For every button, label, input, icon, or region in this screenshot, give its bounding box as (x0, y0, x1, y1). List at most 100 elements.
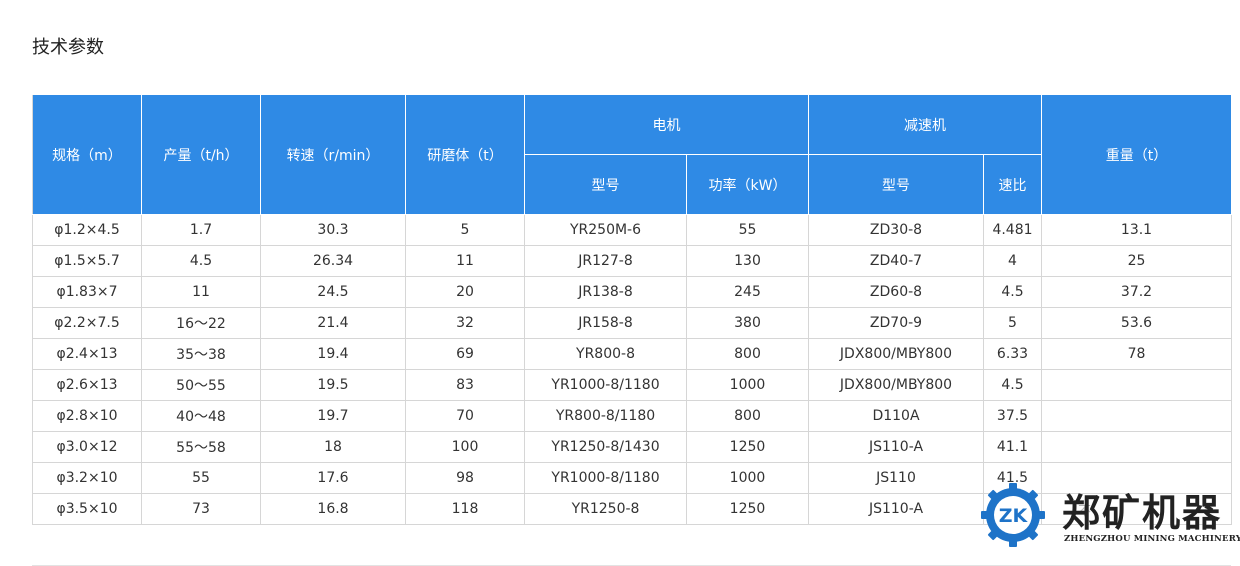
cell-spec: φ3.0×12 (32, 431, 142, 463)
cell-ratio: 5 (983, 307, 1042, 339)
cell-weight: 13.1 (1041, 214, 1232, 246)
logo-letters: ZK (999, 505, 1029, 527)
cell-media: 70 (405, 400, 525, 432)
header-motor-power: 功率（kW） (686, 154, 809, 215)
cell-motor-model: YR800-8 (524, 338, 687, 370)
cell-weight (1041, 400, 1232, 432)
cell-reducer-model: JS110-A (808, 493, 984, 525)
cell-ratio: 4.5 (983, 276, 1042, 308)
header-reducer: 减速机 (808, 94, 1042, 155)
cell-motor-model: JR127-8 (524, 245, 687, 277)
header-weight: 重量（t） (1041, 94, 1232, 215)
cell-weight (1041, 431, 1232, 463)
cell-motor-power: 130 (686, 245, 809, 277)
cell-spec: φ2.4×13 (32, 338, 142, 370)
cell-motor-power: 1000 (686, 369, 809, 401)
header-motor-model: 型号 (524, 154, 687, 215)
cell-weight: 25 (1041, 245, 1232, 277)
cell-output: 16～22 (141, 307, 261, 339)
cell-media: 118 (405, 493, 525, 525)
technical-parameters-table: 规格（m） 产量（t/h） 转速（r/min） 研磨体（t） 电机 减速机 重量… (32, 94, 1232, 525)
cell-spec: φ1.5×5.7 (32, 245, 142, 277)
cell-reducer-model: JDX800/MBY800 (808, 369, 984, 401)
cell-reducer-model: JS110-A (808, 431, 984, 463)
cell-motor-model: YR800-8/1180 (524, 400, 687, 432)
cell-ratio: 4.5 (983, 369, 1042, 401)
table-row: φ1.2×4.5 1.7 30.3 5 YR250M-6 55 ZD30-8 4… (32, 214, 1232, 246)
cell-motor-power: 55 (686, 214, 809, 246)
cell-motor-model: YR250M-6 (524, 214, 687, 246)
cell-media: 20 (405, 276, 525, 308)
cell-motor-model: YR1250-8 (524, 493, 687, 525)
cell-reducer-model: ZD40-7 (808, 245, 984, 277)
cell-spec: φ2.6×13 (32, 369, 142, 401)
cell-motor-power: 1000 (686, 462, 809, 494)
cell-spec: φ2.2×7.5 (32, 307, 142, 339)
cell-spec: φ3.2×10 (32, 462, 142, 494)
cell-motor-model: JR138-8 (524, 276, 687, 308)
company-name-en: ZHENGZHOU MINING MACHINERY (1064, 534, 1240, 544)
cell-reducer-model: ZD30-8 (808, 214, 984, 246)
table-row: φ2.6×13 50～55 19.5 83 YR1000-8/1180 1000… (32, 369, 1232, 401)
cell-speed: 19.4 (260, 338, 406, 370)
cell-reducer-model: JDX800/MBY800 (808, 338, 984, 370)
cell-speed: 21.4 (260, 307, 406, 339)
cell-media: 69 (405, 338, 525, 370)
cell-weight: 37.2 (1041, 276, 1232, 308)
cell-ratio: 37.5 (983, 400, 1042, 432)
cell-ratio: 6.33 (983, 338, 1042, 370)
table-row: φ3.0×12 55～58 18 100 YR1250-8/1430 1250 … (32, 431, 1232, 463)
cell-output: 35～38 (141, 338, 261, 370)
table-row: φ2.8×10 40～48 19.7 70 YR800-8/1180 800 D… (32, 400, 1232, 432)
section-title: 技术参数 (32, 37, 104, 58)
table-row: φ2.4×13 35～38 19.4 69 YR800-8 800 JDX800… (32, 338, 1232, 370)
cell-motor-power: 380 (686, 307, 809, 339)
cell-media: 100 (405, 431, 525, 463)
cell-motor-model: JR158-8 (524, 307, 687, 339)
cell-output: 50～55 (141, 369, 261, 401)
cell-media: 5 (405, 214, 525, 246)
header-spec: 规格（m） (32, 94, 142, 215)
cell-spec: φ1.2×4.5 (32, 214, 142, 246)
cell-reducer-model: ZD60-8 (808, 276, 984, 308)
cell-ratio: 4 (983, 245, 1042, 277)
header-motor: 电机 (524, 94, 809, 155)
cell-ratio: 4.481 (983, 214, 1042, 246)
cell-media: 83 (405, 369, 525, 401)
cell-motor-model: YR1000-8/1180 (524, 369, 687, 401)
cell-media: 98 (405, 462, 525, 494)
company-name-cn: 郑矿机器 (1062, 491, 1223, 535)
cell-speed: 30.3 (260, 214, 406, 246)
table-row: φ1.83×7 11 24.5 20 JR138-8 245 ZD60-8 4.… (32, 276, 1232, 308)
cell-reducer-model: D110A (808, 400, 984, 432)
cell-ratio: 41.1 (983, 431, 1042, 463)
header-output: 产量（t/h） (141, 94, 261, 215)
cell-media: 32 (405, 307, 525, 339)
cell-speed: 18 (260, 431, 406, 463)
cell-speed: 24.5 (260, 276, 406, 308)
cell-speed: 26.34 (260, 245, 406, 277)
header-reducer-ratio: 速比 (983, 154, 1042, 215)
cell-motor-power: 245 (686, 276, 809, 308)
cell-motor-power: 800 (686, 338, 809, 370)
table-row: φ2.2×7.5 16～22 21.4 32 JR158-8 380 ZD70-… (32, 307, 1232, 339)
cell-spec: φ1.83×7 (32, 276, 142, 308)
cell-reducer-model: JS110 (808, 462, 984, 494)
cell-motor-power: 1250 (686, 493, 809, 525)
cell-weight (1041, 369, 1232, 401)
header-row-top: 规格（m） 产量（t/h） 转速（r/min） 研磨体（t） 电机 减速机 重量… (32, 94, 1232, 215)
table-body: φ1.2×4.5 1.7 30.3 5 YR250M-6 55 ZD30-8 4… (32, 214, 1232, 525)
cell-spec: φ2.8×10 (32, 400, 142, 432)
header-media: 研磨体（t） (405, 94, 525, 215)
header-speed: 转速（r/min） (260, 94, 406, 215)
cell-motor-model: YR1250-8/1430 (524, 431, 687, 463)
cell-speed: 17.6 (260, 462, 406, 494)
cell-output: 4.5 (141, 245, 261, 277)
cell-output: 73 (141, 493, 261, 525)
cell-motor-model: YR1000-8/1180 (524, 462, 687, 494)
company-watermark: ZK 不 郑矿机器 ZHENGZHOU MINING MACHINERY (978, 480, 1240, 550)
cell-motor-power: 800 (686, 400, 809, 432)
header-reducer-model: 型号 (808, 154, 984, 215)
cell-media: 11 (405, 245, 525, 277)
cell-output: 55 (141, 462, 261, 494)
